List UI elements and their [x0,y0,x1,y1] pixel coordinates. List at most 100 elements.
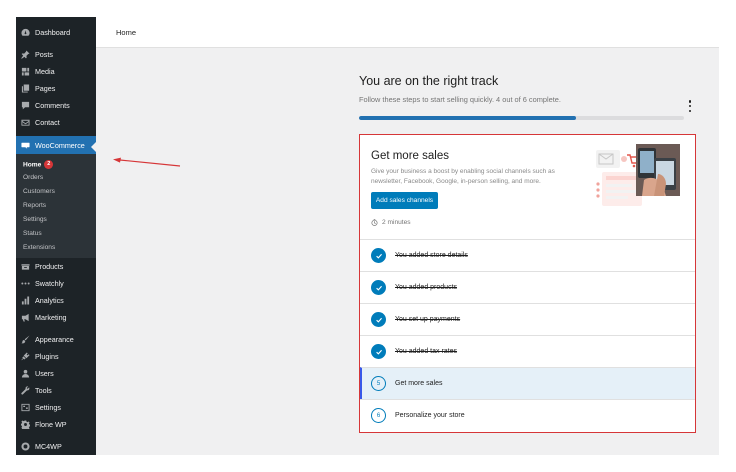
task-label: You set up payments [395,316,461,323]
sidebar-item-posts[interactable]: Posts [16,46,96,63]
submenu-item-reports[interactable]: Reports [23,202,46,209]
top-header: Home [96,17,719,48]
sidebar-item-pages[interactable]: Pages [16,80,96,97]
task-list-card: Get more sales Give your business a boos… [359,134,696,433]
progress-title: You are on the right track [359,74,499,88]
admin-sidebar: Dashboard Posts Media Pages Comments Con… [16,17,96,455]
sidebar-item-label: Tools [35,386,52,395]
task-row-get-more-sales[interactable]: 5 Get more sales [360,367,695,399]
sidebar-item-label: Settings [35,403,61,412]
clock-icon [371,219,378,226]
task-row-personalize-store[interactable]: 6 Personalize your store [360,399,695,431]
check-icon [371,312,386,327]
woo-icon [21,141,30,150]
sidebar-item-label: Comments [35,101,70,110]
woocommerce-submenu: Home 2 Orders Customers Reports Settings … [16,154,96,258]
submenu-item-orders[interactable]: Orders [23,174,43,181]
sidebar-item-appearance[interactable]: Appearance [16,331,96,348]
page-title: Home [116,28,137,37]
settings-icon [21,403,30,412]
dashboard-icon [21,28,30,37]
sidebar-item-settings[interactable]: Settings [16,399,96,416]
sidebar-item-label: Posts [35,50,53,59]
check-icon [371,248,386,263]
task-row-products[interactable]: You added products [360,271,695,303]
task-time-label: 2 minutes [382,219,411,226]
sidebar-item-label: Analytics [35,296,64,305]
sidebar-item-label: WooCommerce [35,140,85,150]
sidebar-item-media[interactable]: Media [16,63,96,80]
megaphone-icon [21,313,30,322]
add-sales-channels-button[interactable]: Add sales channels [371,192,438,209]
sidebar-item-label: MC4WP [35,442,62,451]
sidebar-item-plugins[interactable]: Plugins [16,348,96,365]
sidebar-item-flone-wp[interactable]: Flone WP [16,416,96,433]
gear-icon [21,420,30,429]
sidebar-item-label: Users [35,369,54,378]
wrench-icon [21,386,30,395]
progress-subtitle: Follow these steps to start selling quic… [359,95,561,104]
sidebar-item-contact[interactable]: Contact [16,114,96,131]
task-heading: Get more sales [371,150,449,162]
task-row-store-details[interactable]: You added store details [360,239,695,271]
task-time-estimate: 2 minutes [371,219,411,226]
sidebar-item-woocommerce[interactable]: WooCommerce [16,136,96,154]
mail-icon [21,118,30,127]
media-icon [21,67,30,76]
progress-bar-fill [359,116,576,120]
comment-icon [21,101,30,110]
sidebar-item-analytics[interactable]: Analytics [16,292,96,309]
task-label: You added tax rates [395,348,458,355]
sidebar-item-label: Pages [35,84,56,93]
notification-badge: 2 [44,160,54,169]
sidebar-item-label: Plugins [35,352,59,361]
sidebar-item-label: Swatchly [35,279,64,288]
sidebar-item-marketing[interactable]: Marketing [16,309,96,326]
sidebar-item-comments[interactable]: Comments [16,97,96,114]
progress-bar [359,116,684,120]
task-label: Get more sales [395,380,443,387]
task-label: You added store details [395,252,468,259]
pages-icon [21,84,30,93]
sidebar-item-label: Flone WP [35,420,67,429]
dots-icon [21,279,30,288]
submenu-item-status[interactable]: Status [23,230,42,237]
submenu-item-settings[interactable]: Settings [23,216,47,223]
brush-icon [21,335,30,344]
products-icon [21,262,30,271]
sidebar-item-users[interactable]: Users [16,365,96,382]
task-row-payments[interactable]: You set up payments [360,303,695,335]
submenu-item-home[interactable]: Home 2 [23,160,54,169]
sidebar-item-label: Dashboard [35,28,71,37]
check-icon [371,344,386,359]
task-label: Personalize your store [395,412,465,419]
sidebar-item-label: Products [35,262,64,271]
step-number: 5 [371,376,386,391]
sidebar-item-swatchly[interactable]: Swatchly [16,275,96,292]
sidebar-item-label: Media [35,67,55,76]
sidebar-item-label: Marketing [35,313,67,322]
task-label: You added products [395,284,458,291]
sales-channels-illustration [596,144,680,206]
bar-chart-icon [21,296,30,305]
plug-icon [21,352,30,361]
mc4wp-icon [21,442,30,451]
sidebar-item-label: Appearance [35,335,74,344]
submenu-item-label: Home [23,161,42,169]
sidebar-item-products[interactable]: Products [16,258,96,275]
sidebar-item-tools[interactable]: Tools [16,382,96,399]
task-description: Give your business a boost by enabling s… [371,168,555,185]
check-icon [371,280,386,295]
user-icon [21,369,30,378]
step-number: 6 [371,408,386,423]
more-options-icon[interactable] [686,100,694,112]
current-task-panel: Get more sales Give your business a boos… [360,135,695,239]
sidebar-item-label: Contact [35,118,60,127]
active-menu-notch [91,142,96,152]
submenu-item-customers[interactable]: Customers [23,188,55,195]
task-row-tax-rates[interactable]: You added tax rates [360,335,695,367]
pin-icon [21,50,30,59]
sidebar-item-mc4wp[interactable]: MC4WP [16,438,96,455]
submenu-item-extensions[interactable]: Extensions [23,244,55,251]
sidebar-item-dashboard[interactable]: Dashboard [16,24,96,41]
